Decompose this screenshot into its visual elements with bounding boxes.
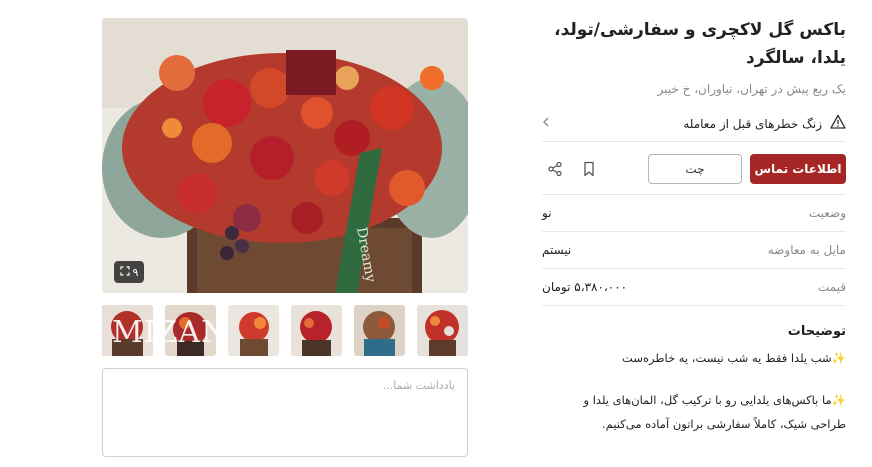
- warning-icon: [830, 114, 846, 133]
- spec-row-price: قیمت ۵،۳۸۰،۰۰۰ تومان: [542, 269, 846, 306]
- description-heading: توضیحات: [787, 324, 846, 339]
- contact-info-button[interactable]: اطلاعات تماس: [750, 154, 846, 184]
- gallery-count-badge[interactable]: ۹: [114, 261, 144, 283]
- watermark-logo: MIZAN: [112, 315, 229, 350]
- spec-row-condition: وضعیت نو: [542, 195, 846, 232]
- listing-info: باکس گل لاکچری و سفارشی/تولد، یلدا، سالگ…: [542, 16, 846, 435]
- risk-warning-label: زنگ خطرهای قبل از معامله: [683, 116, 822, 131]
- thumbnail[interactable]: [354, 305, 405, 356]
- main-product-image[interactable]: Dreamy ۹: [102, 18, 468, 293]
- thumbnail[interactable]: [228, 305, 279, 356]
- bookmark-icon[interactable]: [576, 156, 602, 182]
- gallery-count: ۹: [132, 265, 139, 279]
- share-icon[interactable]: [542, 156, 568, 182]
- chat-button[interactable]: چت: [648, 154, 742, 184]
- description-line: ✨شب یلدا فقط یه شب نیست، یه خاطره‌ست: [622, 351, 846, 365]
- note-textarea[interactable]: [102, 368, 468, 457]
- listing-title: باکس گل لاکچری و سفارشی/تولد، یلدا، سالگ…: [554, 20, 846, 68]
- thumbnail[interactable]: [291, 305, 342, 356]
- action-bar: اطلاعات تماس چت: [542, 154, 846, 184]
- risk-warning-row[interactable]: زنگ خطرهای قبل از معامله: [542, 112, 846, 142]
- price-value: ۵،۳۸۰،۰۰۰ تومان: [542, 280, 628, 294]
- description-line: ✨ما باکس‌های یلدایی رو با ترکیب گل، الما…: [583, 393, 846, 407]
- description-line: طراحی شیک، کاملاً سفارشی براتون آماده می…: [602, 417, 846, 431]
- thumbnail[interactable]: [417, 305, 468, 356]
- chevron-left-icon: [542, 116, 552, 132]
- spec-row-exchange: مایل به معاوضه نیستم: [542, 232, 846, 269]
- gallery-expand-icon: [119, 265, 130, 279]
- flower-box-photo: Dreamy: [102, 18, 468, 293]
- listing-subtitle: یک ربع پیش در تهران، نیاوران، خ خیبر: [657, 82, 846, 96]
